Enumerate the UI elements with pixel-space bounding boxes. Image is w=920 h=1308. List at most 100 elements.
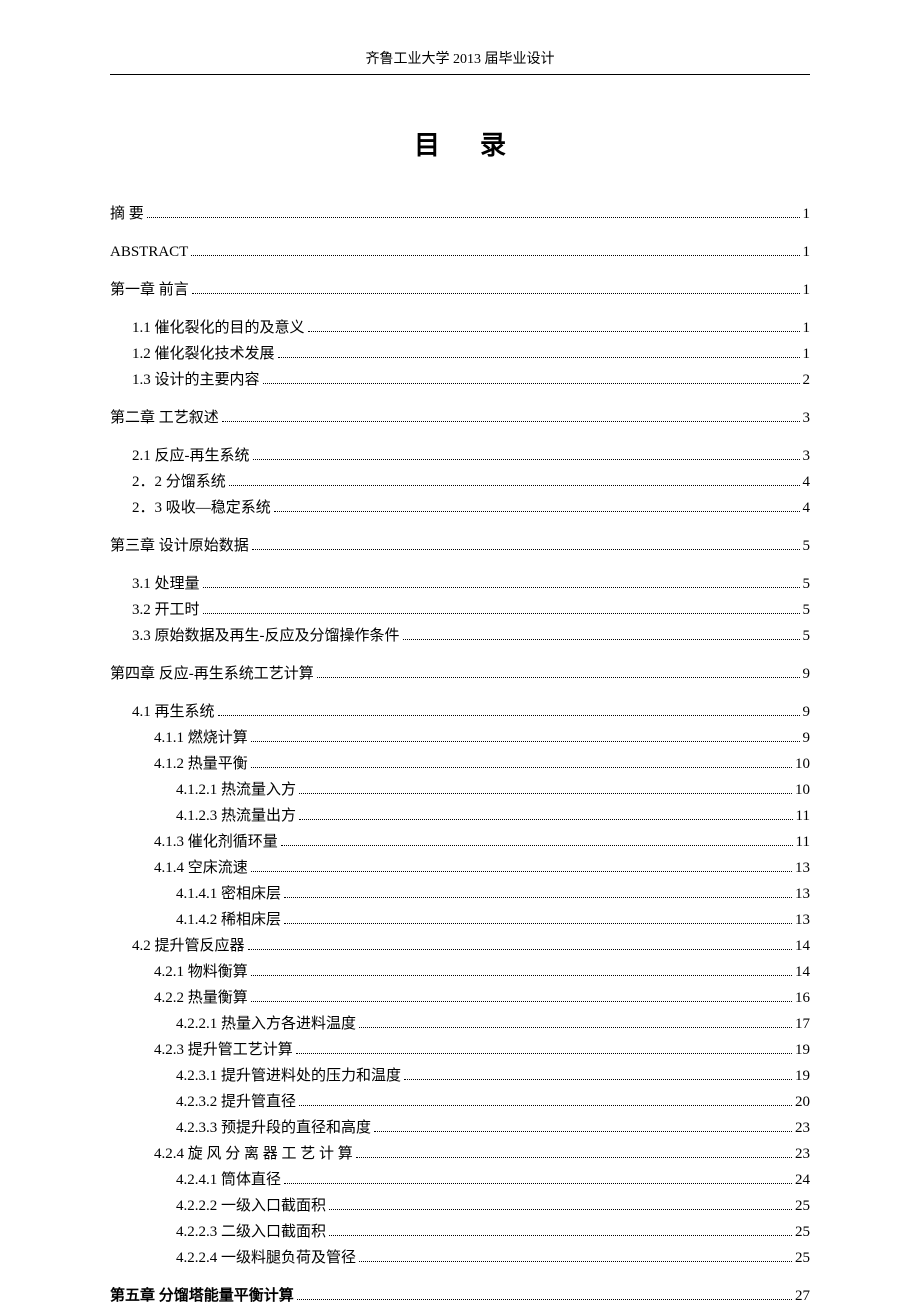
toc-entry: 2.1 反应-再生系统 3 [110, 444, 810, 468]
toc-label: 摘 要 [110, 202, 144, 226]
toc-entry: 第五章 分馏塔能量平衡计算27 [110, 1284, 810, 1308]
toc-label: 4.2.3 提升管工艺计算 [154, 1038, 293, 1062]
toc-dots [404, 1068, 792, 1080]
toc-page-number: 4 [803, 496, 811, 520]
toc-label: 4.2.2.4 一级料腿负荷及管径 [176, 1246, 356, 1270]
page-header: 齐鲁工业大学 2013 届毕业设计 [110, 48, 810, 68]
toc-label: 4.1.3 催化剂循环量 [154, 830, 278, 854]
toc-entry: 2．2 分馏系统4 [110, 470, 810, 494]
toc-title: 目录 [110, 125, 810, 162]
toc-dots [191, 244, 799, 256]
toc-label: 3.2 开工时 [132, 598, 200, 622]
toc-dots [263, 372, 800, 384]
toc-page-number: 1 [803, 316, 811, 340]
toc-entry: 4.2.2.3 二级入口截面积25 [110, 1220, 810, 1244]
toc-label: 3.1 处理量 [132, 572, 200, 596]
toc-label: 4.2.2 热量衡算 [154, 986, 248, 1010]
toc-dots [251, 990, 792, 1002]
toc-entry: 4.2.1 物料衡算 14 [110, 960, 810, 984]
toc-page-number: 19 [795, 1064, 810, 1088]
toc-page-number: 9 [803, 700, 811, 724]
toc-container: 摘 要1ABSTRACT1第一章 前言11.1 催化裂化的目的及意义11.2 催… [110, 202, 810, 1308]
toc-dots [299, 1094, 792, 1106]
toc-entry: 3.2 开工时 5 [110, 598, 810, 622]
toc-dots [253, 448, 800, 460]
toc-page-number: 10 [795, 778, 810, 802]
toc-page-number: 20 [795, 1090, 810, 1114]
toc-entry: 4.2.3.2 提升管直径 20 [110, 1090, 810, 1114]
toc-page-number: 17 [795, 1012, 810, 1036]
toc-label: 4.1.2 热量平衡 [154, 752, 248, 776]
toc-entry: 4.2.2.2 一级入口截面积 25 [110, 1194, 810, 1218]
toc-page-number: 3 [803, 444, 811, 468]
toc-dots [359, 1250, 792, 1262]
toc-page-number: 9 [803, 726, 811, 750]
toc-entry: 摘 要1 [110, 202, 810, 226]
toc-entry: 4.1.4.2 稀相床层13 [110, 908, 810, 932]
toc-page-number: 1 [803, 278, 811, 302]
toc-entry: 4.1.1 燃烧计算 9 [110, 726, 810, 750]
toc-dots [356, 1146, 792, 1158]
toc-page-number: 13 [795, 882, 810, 906]
toc-label: 4.2.2.2 一级入口截面积 [176, 1194, 326, 1218]
toc-label: 2.1 反应-再生系统 [132, 444, 250, 468]
toc-dots [299, 808, 793, 820]
toc-dots [329, 1224, 792, 1236]
toc-label: 4.1.2.3 热流量出方 [176, 804, 296, 828]
toc-page-number: 10 [795, 752, 810, 776]
toc-dots [329, 1198, 792, 1210]
toc-entry: 1.2 催化裂化技术发展1 [110, 342, 810, 366]
toc-dots [308, 320, 800, 332]
toc-page-number: 13 [795, 856, 810, 880]
toc-page-number: 3 [803, 406, 811, 430]
toc-entry: 第二章 工艺叙述3 [110, 406, 810, 430]
toc-label: 3.3 原始数据及再生-反应及分馏操作条件 [132, 624, 400, 648]
toc-entry: 4.2.2 热量衡算 16 [110, 986, 810, 1010]
toc-entry: 第三章 设计原始数据 5 [110, 534, 810, 558]
toc-label: 4.2.3.3 预提升段的直径和高度 [176, 1116, 371, 1140]
toc-page-number: 25 [795, 1194, 810, 1218]
toc-label: 1.3 设计的主要内容 [132, 368, 260, 392]
toc-page-number: 5 [803, 624, 811, 648]
toc-page-number: 23 [795, 1116, 810, 1140]
toc-entry: 3.3 原始数据及再生-反应及分馏操作条件 5 [110, 624, 810, 648]
toc-page-number: 1 [803, 240, 811, 264]
toc-dots [251, 860, 792, 872]
toc-page-number: 5 [803, 572, 811, 596]
toc-label: 4.2.3.2 提升管直径 [176, 1090, 296, 1114]
toc-label: 4.1.1 燃烧计算 [154, 726, 248, 750]
toc-label: 4.1.4 空床流速 [154, 856, 248, 880]
toc-dots [252, 538, 800, 550]
toc-dots [374, 1120, 792, 1132]
toc-label: 2．3 吸收—稳定系统 [132, 496, 271, 520]
toc-page-number: 11 [796, 830, 810, 854]
toc-entry: 第四章 反应-再生系统工艺计算9 [110, 662, 810, 686]
toc-label: 4.2.3.1 提升管进料处的压力和温度 [176, 1064, 401, 1088]
toc-label: 第三章 设计原始数据 [110, 534, 249, 558]
toc-label: 4.2.4 旋 风 分 离 器 工 艺 计 算 [154, 1142, 353, 1166]
toc-page-number: 14 [795, 960, 810, 984]
toc-entry: 4.2 提升管反应器14 [110, 934, 810, 958]
toc-label: 4.2.1 物料衡算 [154, 960, 248, 984]
toc-entry: 2．3 吸收—稳定系统 4 [110, 496, 810, 520]
toc-page-number: 4 [803, 470, 811, 494]
toc-dots [296, 1042, 792, 1054]
toc-page-number: 5 [803, 534, 811, 558]
toc-entry: 4.2.3.1 提升管进料处的压力和温度 19 [110, 1064, 810, 1088]
toc-entry: 1.1 催化裂化的目的及意义1 [110, 316, 810, 340]
toc-dots [251, 730, 800, 742]
toc-dots [192, 282, 800, 294]
toc-dots [284, 912, 792, 924]
toc-page-number: 16 [795, 986, 810, 1010]
toc-dots [147, 206, 800, 218]
toc-page-number: 25 [795, 1246, 810, 1270]
toc-dots [278, 346, 800, 358]
toc-label: 第一章 前言 [110, 278, 189, 302]
toc-label: 4.1.2.1 热流量入方 [176, 778, 296, 802]
toc-label: 4.1.4.1 密相床层 [176, 882, 281, 906]
toc-dots [299, 782, 792, 794]
toc-entry: 第一章 前言 1 [110, 278, 810, 302]
toc-dots [284, 1172, 792, 1184]
toc-dots [251, 756, 792, 768]
toc-label: 4.2.4.1 筒体直径 [176, 1168, 281, 1192]
